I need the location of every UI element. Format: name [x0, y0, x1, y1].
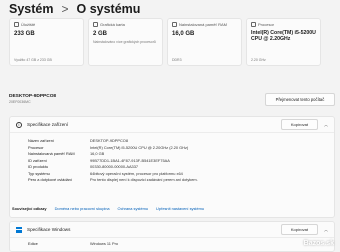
storage-icon — [14, 22, 19, 27]
device-name: DESKTOP-9DPPCO8 — [9, 94, 57, 99]
rename-pc-button[interactable]: Přejmenovat tento počítač — [265, 92, 335, 106]
watermark: Bazos.sk — [303, 240, 334, 247]
ram-card[interactable]: Nainstalovaná paměť RAM 16,0 GB DDR3 — [167, 18, 242, 66]
card-note: 2.20 GHz — [251, 58, 266, 62]
windows-logo-icon — [16, 226, 22, 233]
card-note: Nainstalováno více grafických procesorů — [93, 40, 156, 44]
copy-windows-specs-button[interactable]: Kopírovat — [280, 224, 318, 235]
advanced-system-settings-link[interactable]: Upřesnit nastavení systému — [156, 206, 204, 211]
copy-device-specs-button[interactable]: Kopírovat — [280, 119, 318, 130]
spec-value: Intel(R) Core(TM) i5-5200U CPU @ 2.20GHz… — [90, 144, 189, 150]
device-specs-title: Specifikace zařízení — [27, 122, 69, 127]
page-title: O systému — [76, 2, 141, 16]
card-value: Intel(R) Core(TM) i5-5200U CPU @ 2.20GHz — [251, 30, 316, 42]
windows-specs-panel: Specifikace Windows Kopírovat ︿ Edice Win… — [9, 221, 335, 252]
related-links: Související odkazy Doména nebo pracovní … — [9, 201, 335, 215]
spec-key: Edice — [28, 241, 38, 246]
spec-value: Windows 11 Pro — [90, 241, 119, 246]
summary-cards: Úložiště 233 GB Využito 47 GB z 233 GB G… — [9, 18, 321, 66]
card-title: Grafická karta — [100, 22, 125, 27]
windows-specs-header[interactable]: Specifikace Windows Kopírovat ︿ — [10, 222, 334, 238]
ram-icon — [172, 22, 177, 27]
windows-specs-title: Specifikace Windows — [27, 227, 71, 232]
spec-value: Pro tento displej není k dispozici zadáv… — [90, 177, 198, 182]
card-title: Procesor — [258, 22, 275, 27]
windows-specs-list: Edice Windows 11 Pro — [10, 238, 334, 248]
card-note: Využito 47 GB z 233 GB — [14, 58, 52, 62]
card-value: 233 GB — [14, 31, 35, 37]
spec-row: Edice Windows 11 Pro — [28, 241, 334, 248]
device-specs-header[interactable]: i Specifikace zařízení Kopírovat ︿ — [10, 117, 334, 133]
related-links-label: Související odkazy — [12, 205, 47, 211]
chevron-up-icon[interactable]: ︿ — [324, 122, 328, 128]
page-header: Systém > O systému — [9, 2, 140, 16]
card-value: 2 GB — [93, 31, 108, 37]
device-model: 20EF0036MC — [9, 100, 31, 104]
chevron-up-icon[interactable]: ︿ — [324, 227, 328, 233]
breadcrumb-system[interactable]: Systém — [9, 2, 53, 16]
card-value: 16,0 GB — [172, 31, 195, 37]
card-title: Úložiště — [21, 22, 36, 27]
breadcrumb-separator: > — [61, 2, 69, 16]
info-icon: i — [16, 121, 22, 128]
cpu-icon — [251, 22, 256, 27]
gpu-icon — [93, 22, 98, 27]
gpu-card[interactable]: Grafická karta 2 GB Nainstalováno více g… — [88, 18, 163, 66]
system-protection-link[interactable]: Ochrana systému — [118, 206, 149, 211]
spec-row: Pero a dotykové ovládání Pro tento disple… — [28, 177, 334, 184]
spec-key: Pero a dotykové ovládání — [28, 177, 72, 182]
card-note: DDR3 — [172, 58, 182, 62]
device-specs-list: Název zařízení DESKTOP-9DPPCO8 Procesor In… — [10, 133, 334, 184]
device-name-row: DESKTOP-9DPPCO8 20EF0036MC Přejmenovat t… — [9, 88, 335, 110]
domain-workgroup-link[interactable]: Doména nebo pracovní skupina — [55, 206, 110, 211]
storage-card[interactable]: Úložiště 233 GB Využito 47 GB z 233 GB — [9, 18, 84, 66]
cpu-card[interactable]: Procesor Intel(R) Core(TM) i5-5200U CPU … — [246, 18, 321, 66]
card-title: Nainstalovaná paměť RAM — [179, 22, 227, 27]
